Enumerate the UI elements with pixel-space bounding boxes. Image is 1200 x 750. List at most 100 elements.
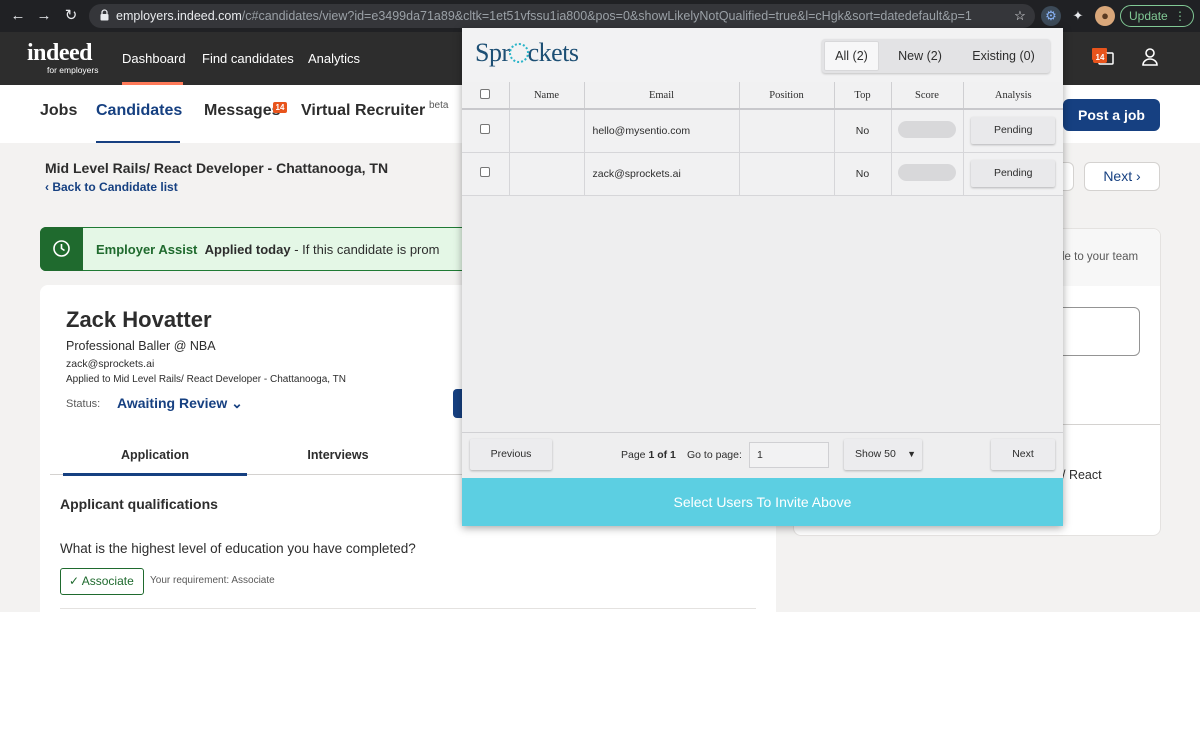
analysis-pending-button[interactable]: Pending [971, 160, 1056, 187]
star-icon[interactable]: ☆ [1010, 6, 1030, 26]
answer-label: Associate [81, 574, 134, 588]
back-to-candidate-list-link[interactable]: ‹ Back to Candidate list [45, 180, 178, 194]
next-candidate-button[interactable]: Next › [1084, 162, 1160, 191]
assist-rest: - If this candidate is prom [294, 242, 440, 257]
clock-icon [53, 240, 70, 257]
messages-badge: 14 [273, 102, 287, 113]
beta-label: beta [429, 100, 449, 111]
notifications-badge: 14 [1093, 52, 1107, 63]
next-candidate-label: Next [1103, 168, 1133, 184]
row-top: No [834, 109, 892, 153]
col-position[interactable]: Position [739, 82, 835, 110]
tab-messages[interactable]: Messages [204, 102, 281, 120]
candidate-applied-to: Applied to Mid Level Rails/ React Develo… [66, 374, 346, 385]
row-score-cell [891, 109, 964, 153]
col-name[interactable]: Name [509, 82, 585, 110]
chevron-down-icon: ⌄ [231, 395, 243, 411]
update-button[interactable]: Update ⋮ [1120, 5, 1194, 27]
update-label: Update [1129, 9, 1168, 23]
nav-analytics-label: Analytics [308, 51, 361, 66]
col-email[interactable]: Email [584, 82, 740, 110]
tab-interviews[interactable]: Interviews [247, 448, 429, 462]
right-card-input[interactable] [1050, 307, 1140, 356]
row-email: zack@sprockets.ai [584, 152, 740, 196]
pagination-divider [462, 432, 1063, 433]
page-size-select[interactable]: Show 50 ▼ [844, 439, 922, 470]
nav-analytics[interactable]: Analytics [308, 32, 360, 85]
page-size-value: Show 50 [855, 448, 896, 460]
table-row: zack@sprockets.ai No Pending [462, 152, 1063, 196]
col-top[interactable]: Top [834, 82, 892, 110]
check-icon: ✓ [69, 574, 80, 588]
score-bar [898, 163, 956, 181]
row-name [509, 152, 585, 196]
qualifications-title: Applicant qualifications [60, 496, 218, 512]
select-all-checkbox[interactable] [480, 88, 491, 99]
row-position [739, 109, 835, 153]
table-header-row: Name Email Position Top Score Analysis [462, 82, 1063, 110]
select-all-cell [462, 82, 510, 110]
row-select-cell [462, 152, 510, 196]
chevron-down-icon: ▼ [907, 449, 916, 459]
candidate-email: zack@sprockets.ai [66, 358, 155, 370]
answer-badge: ✓ Associate [60, 568, 144, 595]
status-dropdown[interactable]: Awaiting Review ⌄ [117, 395, 243, 412]
goto-page-label: Go to page: [687, 449, 742, 461]
col-score[interactable]: Score [891, 82, 964, 110]
address-url[interactable]: employers.indeed.com/c#candidates/view?i… [116, 4, 972, 28]
row-analysis-cell: Pending [963, 109, 1063, 153]
row-checkbox[interactable] [480, 124, 491, 135]
next-page-button[interactable]: Next [991, 439, 1055, 470]
score-bar [898, 120, 956, 138]
table-row: hello@mysentio.com No Pending [462, 109, 1063, 153]
tab-jobs[interactable]: Jobs [40, 102, 77, 120]
url-host: employers.indeed.com [116, 9, 242, 23]
filter-new[interactable]: New (2) [885, 41, 955, 71]
page-indicator: Page 1 of 1 [621, 449, 676, 461]
filter-all[interactable]: All (2) [824, 41, 879, 71]
back-arrow-icon[interactable]: ← [8, 6, 28, 26]
assist-brand: Employer Assist [96, 242, 198, 257]
indeed-logo[interactable]: indeed [27, 40, 93, 67]
row-position [739, 152, 835, 196]
candidate-name: Zack Hovatter [66, 307, 212, 332]
nav-dashboard[interactable]: Dashboard [122, 32, 186, 85]
post-job-button[interactable]: Post a job [1063, 99, 1160, 131]
profile-avatar[interactable]: ● [1095, 6, 1115, 26]
forward-arrow-icon[interactable]: → [34, 6, 54, 26]
nav-find-candidates[interactable]: Find candidates [202, 32, 294, 85]
row-name [509, 109, 585, 153]
row-checkbox[interactable] [480, 167, 491, 177]
tab-application-underline [63, 473, 247, 476]
qualification-divider [60, 608, 756, 609]
logo-post: ckets [527, 38, 579, 67]
analysis-pending-button[interactable]: Pending [971, 117, 1056, 145]
tab-virtual-recruiter[interactable]: Virtual Recruiter [301, 102, 425, 120]
logo-pre: Spr [475, 38, 510, 67]
account-icon[interactable] [1141, 47, 1159, 67]
row-analysis-cell: Pending [963, 152, 1063, 196]
puzzle-icon[interactable]: ✦ [1068, 6, 1088, 26]
col-analysis[interactable]: Analysis [963, 82, 1063, 110]
filter-existing[interactable]: Existing (0) [960, 41, 1047, 71]
previous-page-button[interactable]: Previous [470, 439, 552, 470]
extension-sprockets-icon[interactable]: ⚙ [1041, 6, 1061, 26]
tab-candidates[interactable]: Candidates [96, 102, 182, 120]
lock-icon [100, 9, 109, 21]
row-select-cell [462, 109, 510, 153]
employer-assist-text: Employer Assist Applied today - If this … [96, 242, 439, 257]
status-value: Awaiting Review [117, 395, 228, 411]
invite-users-button[interactable]: Select Users To Invite Above [462, 478, 1063, 526]
status-label: Status: [66, 398, 101, 410]
requirement-text: Your requirement: Associate [150, 575, 275, 586]
kebab-menu-icon[interactable]: ⋮ [1174, 6, 1186, 26]
url-path: /c#candidates/view?id=e3499da71a89&cltk=… [241, 9, 972, 23]
nav-dashboard-label: Dashboard [122, 51, 186, 66]
goto-page-input[interactable]: 1 [749, 442, 829, 468]
tab-application[interactable]: Application [63, 448, 247, 462]
candidate-headline: Professional Baller @ NBA [66, 339, 216, 353]
job-title: Mid Level Rails/ React Developer - Chatt… [45, 160, 389, 176]
reload-icon[interactable]: ↻ [61, 6, 81, 26]
education-question: What is the highest level of education y… [60, 541, 416, 556]
assist-applied-today: Applied today [204, 242, 291, 257]
